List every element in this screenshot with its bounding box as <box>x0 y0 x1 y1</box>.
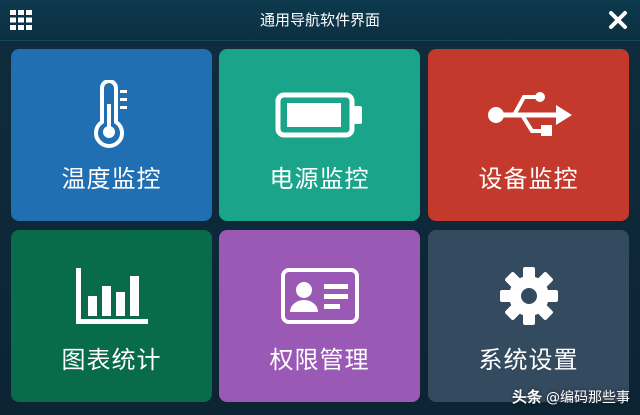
tile-label: 系统设置 <box>478 346 579 374</box>
battery-icon <box>275 92 362 138</box>
app-window: 通用导航软件界面 温度监控 电源监控 设备监控 图表统计 权限管理 系统设置 头… <box>0 0 640 415</box>
tile-power-monitor[interactable]: 电源监控 <box>219 49 420 221</box>
tile-label: 温度监控 <box>61 165 162 193</box>
usb-icon <box>487 92 572 136</box>
bar-chart-icon <box>75 268 148 324</box>
tile-label: 图表统计 <box>61 346 162 374</box>
window-title: 通用导航软件界面 <box>259 11 380 29</box>
tile-temperature-monitor[interactable]: 温度监控 <box>11 49 212 221</box>
close-button[interactable] <box>608 10 628 30</box>
watermark-brand: 头条 <box>511 388 542 406</box>
gear-icon <box>499 267 558 325</box>
close-icon <box>609 11 627 29</box>
title-bar: 通用导航软件界面 <box>0 0 640 41</box>
id-card-icon <box>280 268 359 324</box>
watermark: 头条 @编码那些事 <box>512 386 630 407</box>
tile-label: 权限管理 <box>269 346 370 374</box>
tile-chart-statistics[interactable]: 图表统计 <box>11 230 212 402</box>
grid-menu-icon <box>10 10 32 30</box>
watermark-handle: @编码那些事 <box>546 390 630 406</box>
tile-permission-management[interactable]: 权限管理 <box>219 230 420 402</box>
tile-label: 设备监控 <box>478 165 579 193</box>
tile-label: 电源监控 <box>269 165 370 193</box>
tile-device-monitor[interactable]: 设备监控 <box>428 49 629 221</box>
tile-system-settings[interactable]: 系统设置 <box>428 230 629 402</box>
menu-grid-button[interactable] <box>10 10 32 30</box>
thermometer-icon <box>93 80 127 148</box>
